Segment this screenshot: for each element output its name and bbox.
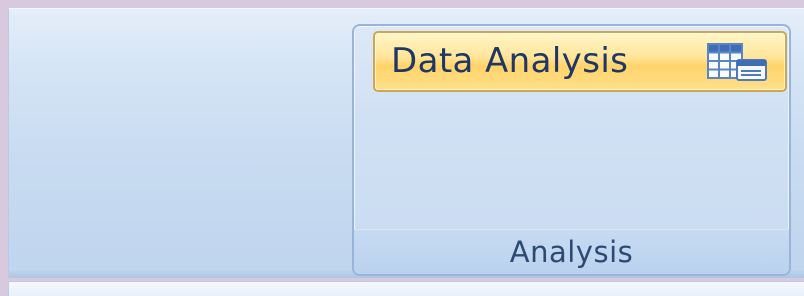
ribbon-group-analysis: Data Analysis Analysis — [352, 24, 791, 276]
ribbon-lower-edge — [8, 281, 804, 296]
data-analysis-button[interactable]: Data Analysis — [373, 31, 787, 92]
ribbon-panel: Data Analysis Analysis — [8, 8, 804, 278]
analysis-group-label-bar: Analysis — [354, 229, 789, 274]
analysis-group-label: Analysis — [509, 235, 634, 269]
data-analysis-button-label: Data Analysis — [391, 41, 629, 81]
data-analysis-icon — [706, 42, 768, 83]
